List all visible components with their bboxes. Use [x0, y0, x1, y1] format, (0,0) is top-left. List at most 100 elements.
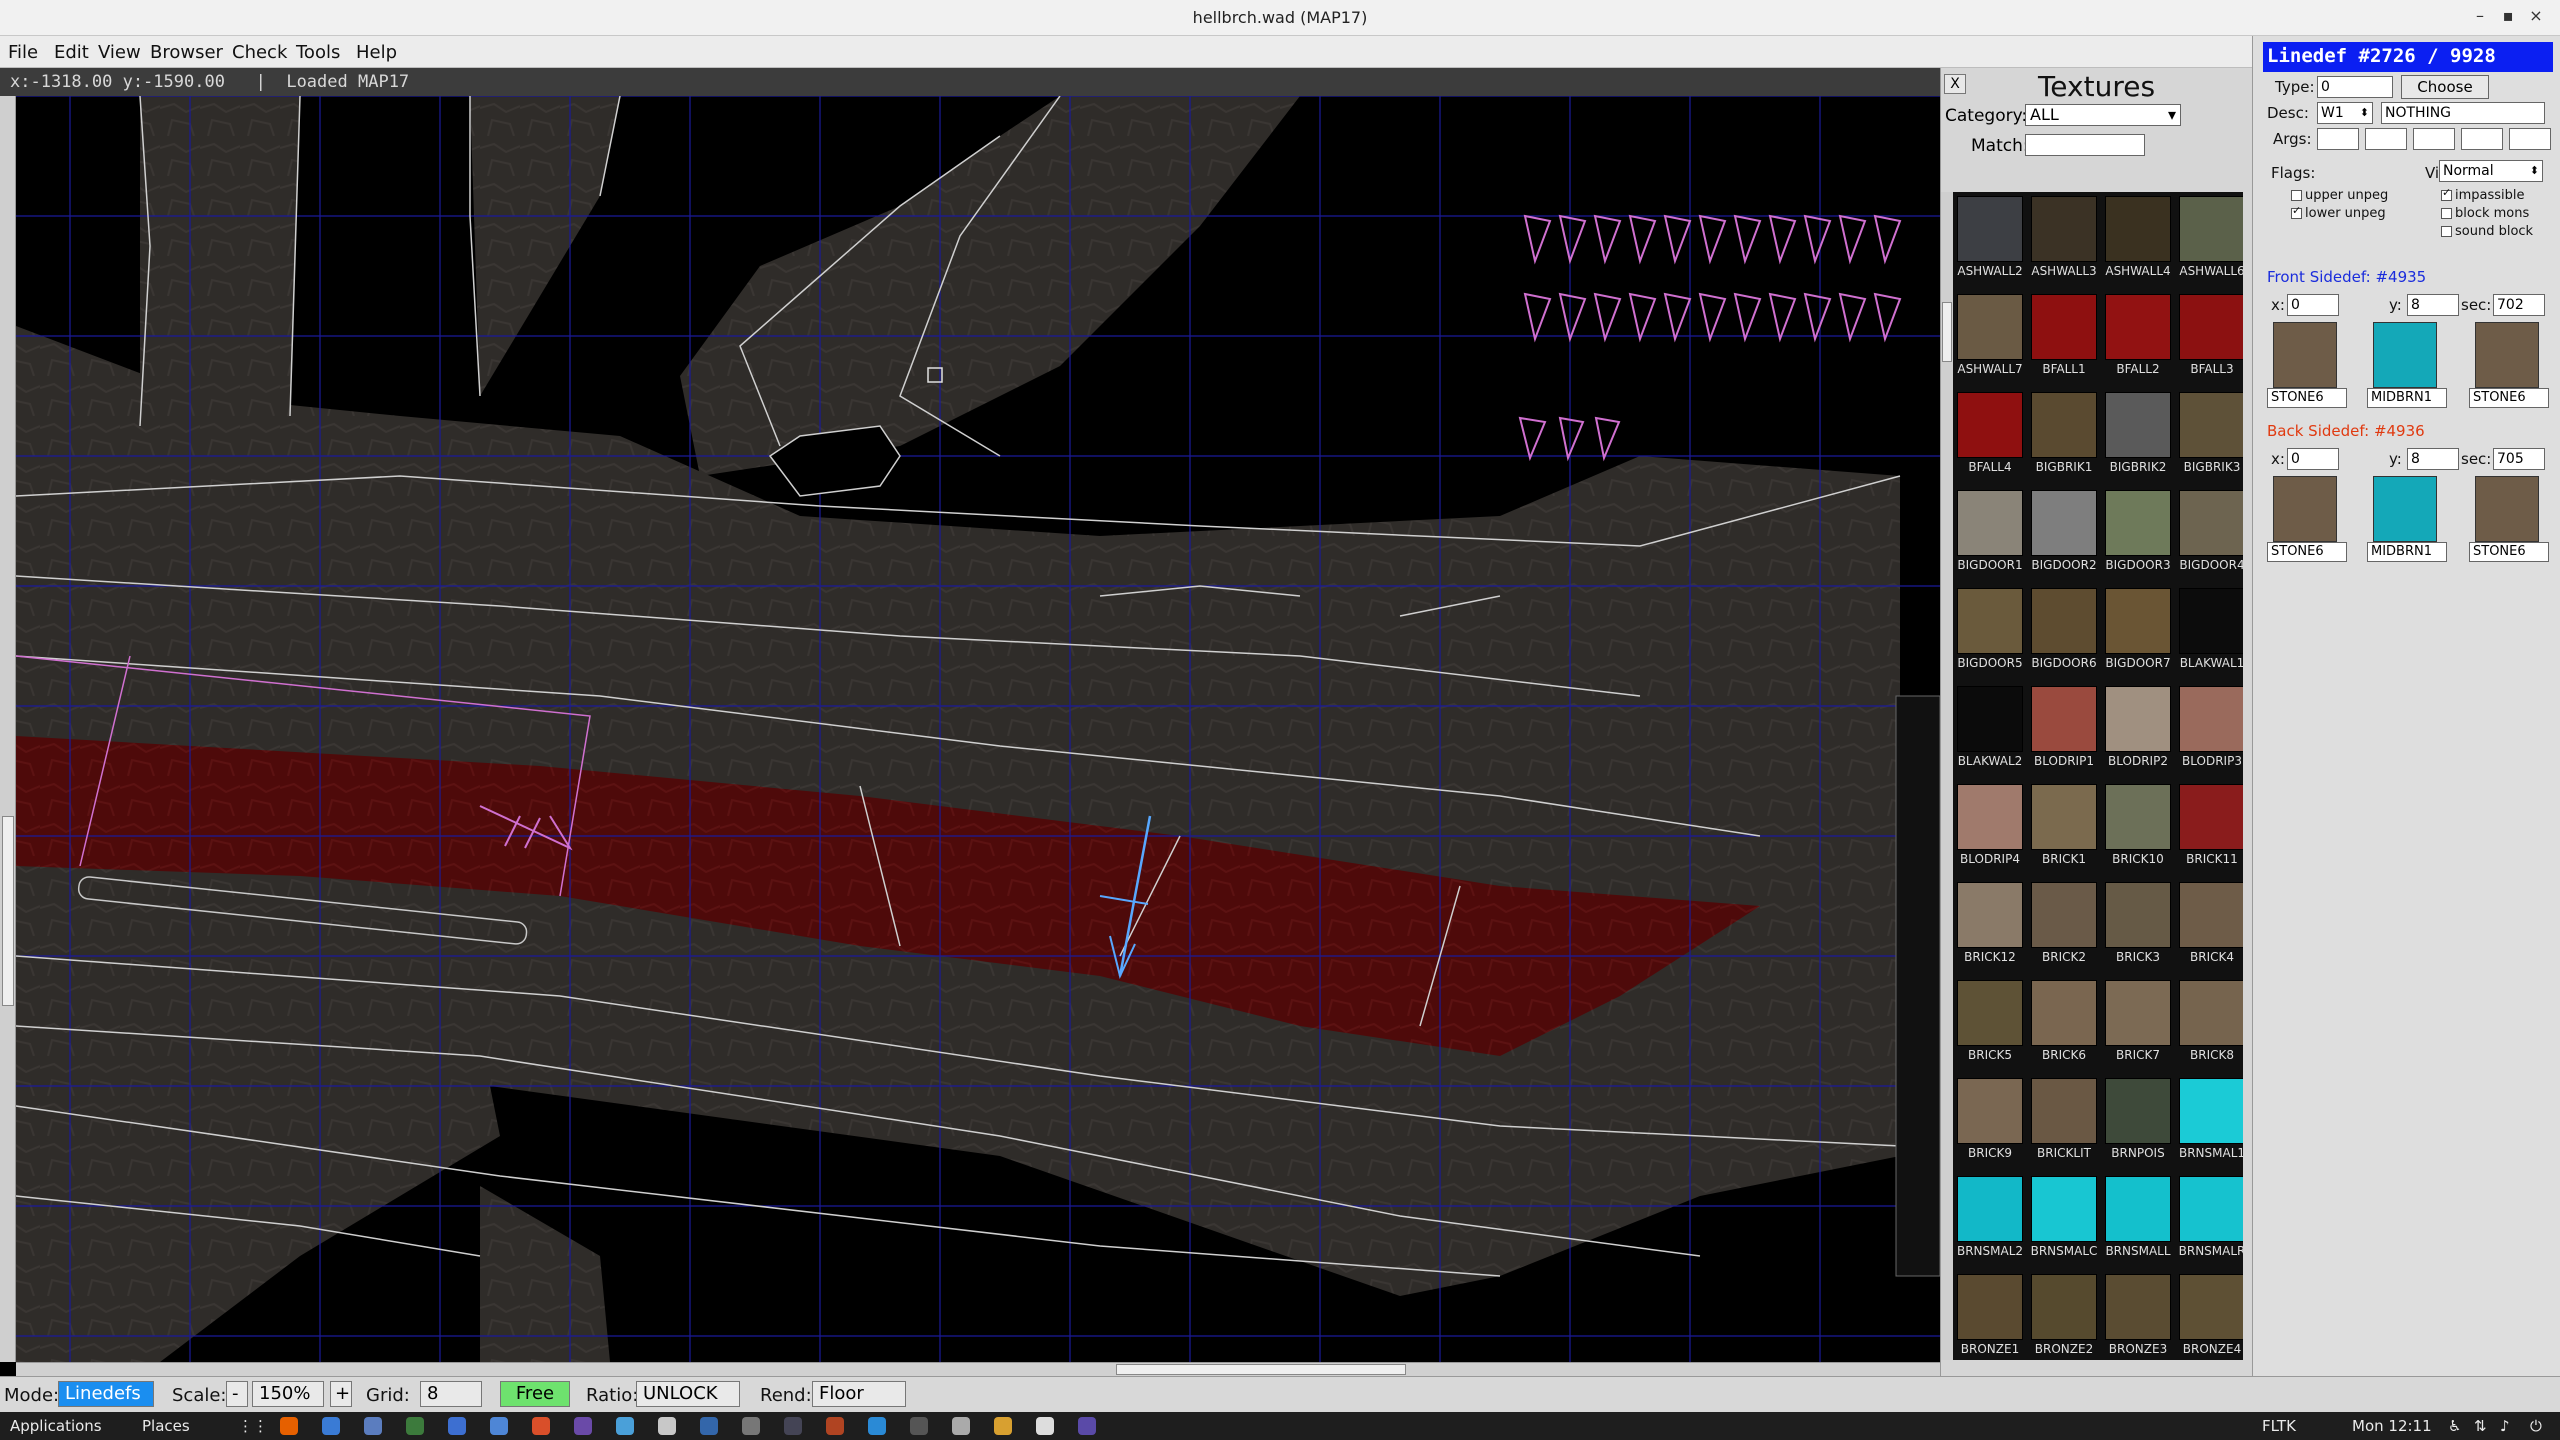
- texture-tile[interactable]: ASHWALL7: [1953, 290, 2027, 388]
- texture-tile[interactable]: BRICK6: [2027, 976, 2101, 1074]
- edge-icon[interactable]: [868, 1417, 886, 1435]
- scale-minus-button[interactable]: -: [226, 1381, 248, 1407]
- firefox-icon[interactable]: [280, 1417, 298, 1435]
- texture-tile[interactable]: ASHWALL3: [2027, 192, 2101, 290]
- menu-view[interactable]: View: [98, 42, 141, 63]
- back-x-field[interactable]: 0: [2287, 448, 2339, 470]
- texture-tile[interactable]: BLAKWAL1: [2175, 584, 2243, 682]
- front-upper-texture[interactable]: [2273, 322, 2337, 388]
- back-sec-field[interactable]: 705: [2493, 448, 2545, 470]
- desc-field[interactable]: NOTHING: [2381, 102, 2545, 124]
- texture-tile[interactable]: BLODRIP4: [1953, 780, 2027, 878]
- arg5-field[interactable]: [2509, 128, 2551, 150]
- texture-tile[interactable]: BRNSMAL1: [2175, 1074, 2243, 1172]
- steam-icon[interactable]: [1078, 1417, 1096, 1435]
- eureka-icon[interactable]: [1036, 1417, 1054, 1435]
- scale-plus-button[interactable]: +: [330, 1381, 352, 1407]
- texture-tile[interactable]: BLAKWAL2: [1953, 682, 2027, 780]
- grid-apps-icon[interactable]: ⋮⋮: [238, 1417, 268, 1435]
- choose-button[interactable]: Choose: [2401, 75, 2489, 99]
- front-x-field[interactable]: 0: [2287, 294, 2339, 316]
- texture-tile[interactable]: BIGDOOR2: [2027, 486, 2101, 584]
- mode-select[interactable]: Linedefs: [58, 1381, 154, 1407]
- texture-tile[interactable]: ASHWALL4: [2101, 192, 2175, 290]
- map-canvas[interactable]: [0, 96, 1940, 1362]
- texture-tile[interactable]: BFALL4: [1953, 388, 2027, 486]
- texture-tile[interactable]: ASHWALL6: [2175, 192, 2243, 290]
- texture-tile[interactable]: BRNSMALC: [2027, 1172, 2101, 1270]
- trigger-select[interactable]: W1 ⬍: [2317, 102, 2373, 124]
- texture-tile[interactable]: BRICKLIT: [2027, 1074, 2101, 1172]
- texture-tile[interactable]: BLODRIP3: [2175, 682, 2243, 780]
- category-select[interactable]: ALL ▾: [2025, 104, 2181, 126]
- texture-tile[interactable]: BRICK8: [2175, 976, 2243, 1074]
- impassible-checkbox[interactable]: impassible: [2441, 186, 2525, 203]
- texture-tile[interactable]: BIGDOOR6: [2027, 584, 2101, 682]
- files-icon[interactable]: [490, 1417, 508, 1435]
- front-lower-name[interactable]: STONE6: [2469, 388, 2549, 408]
- network-icon[interactable]: ⇅: [2474, 1417, 2487, 1435]
- power-icon[interactable]: ⏻: [2530, 1417, 2542, 1435]
- texture-tile[interactable]: BRONZE4: [2175, 1270, 2243, 1360]
- match-input[interactable]: [2025, 134, 2145, 156]
- clock[interactable]: Mon 12:11: [2352, 1417, 2432, 1435]
- arg1-field[interactable]: [2317, 128, 2359, 150]
- minimize-icon[interactable]: –: [2468, 6, 2492, 25]
- texture-tile[interactable]: BIGDOOR1: [1953, 486, 2027, 584]
- calculator-icon[interactable]: [364, 1417, 382, 1435]
- map-horizontal-scroll-thumb[interactable]: [1116, 1364, 1406, 1375]
- close-icon[interactable]: ×: [2524, 6, 2548, 25]
- texture-tile[interactable]: BRONZE1: [1953, 1270, 2027, 1360]
- texture-tile[interactable]: BRICK2: [2027, 878, 2101, 976]
- back-mid-texture[interactable]: [2373, 476, 2437, 542]
- tools-icon[interactable]: [826, 1417, 844, 1435]
- mail-icon[interactable]: [322, 1417, 340, 1435]
- back-upper-texture[interactable]: [2273, 476, 2337, 542]
- fltk-indicator[interactable]: FLTK: [2262, 1417, 2296, 1435]
- menu-browser[interactable]: Browser: [150, 42, 223, 63]
- scale-select[interactable]: 150%: [252, 1381, 324, 1407]
- texture-tile[interactable]: ASHWALL2: [1953, 192, 2027, 290]
- menu-help[interactable]: Help: [356, 42, 397, 63]
- texture-tile[interactable]: BIGDOOR7: [2101, 584, 2175, 682]
- game-icon[interactable]: [994, 1417, 1012, 1435]
- places-menu[interactable]: Places: [142, 1417, 190, 1435]
- texture-tile[interactable]: BIGDOOR4: [2175, 486, 2243, 584]
- settings-icon[interactable]: [406, 1417, 424, 1435]
- menu-tools[interactable]: Tools: [296, 42, 340, 63]
- texture-tile[interactable]: BIGBRIK1: [2027, 388, 2101, 486]
- back-y-field[interactable]: 8: [2407, 448, 2459, 470]
- texture-tile[interactable]: BFALL2: [2101, 290, 2175, 388]
- maximize-icon[interactable]: ▪: [2496, 6, 2520, 25]
- texture-tile[interactable]: BRNSMALL: [2101, 1172, 2175, 1270]
- map-vertical-scrollbar[interactable]: [0, 96, 16, 1362]
- texture-scroll-thumb[interactable]: [1942, 302, 1952, 362]
- texture-tile[interactable]: BRICK7: [2101, 976, 2175, 1074]
- document-icon[interactable]: [448, 1417, 466, 1435]
- texture-vertical-scrollbar[interactable]: [1941, 192, 1953, 1360]
- texture-tile[interactable]: BRNSMAL2: [1953, 1172, 2027, 1270]
- back-upper-name[interactable]: STONE6: [2267, 542, 2347, 562]
- texture-tile[interactable]: BRICK1: [2027, 780, 2101, 878]
- grid-select[interactable]: 8: [420, 1381, 482, 1407]
- menu-file[interactable]: File: [8, 42, 38, 63]
- front-sec-field[interactable]: 702: [2493, 294, 2545, 316]
- texture-tile[interactable]: BRICK4: [2175, 878, 2243, 976]
- texture-tile[interactable]: BRNSMALR: [2175, 1172, 2243, 1270]
- texture-tile[interactable]: BFALL1: [2027, 290, 2101, 388]
- editor-icon[interactable]: [952, 1417, 970, 1435]
- texture-tile[interactable]: BLODRIP2: [2101, 682, 2175, 780]
- block-mons-checkbox[interactable]: block mons: [2441, 206, 2529, 221]
- upper-unpeg-checkbox[interactable]: upper unpeg: [2291, 188, 2388, 203]
- back-lower-texture[interactable]: [2475, 476, 2539, 542]
- zoom-icon[interactable]: [700, 1417, 718, 1435]
- menu-check[interactable]: Check: [232, 42, 287, 63]
- texture-tile[interactable]: BIGDOOR5: [1953, 584, 2027, 682]
- terminal-icon[interactable]: [910, 1417, 928, 1435]
- ratio-select[interactable]: UNLOCK: [636, 1381, 740, 1407]
- rend-select[interactable]: Floor: [812, 1381, 906, 1407]
- software-icon[interactable]: [532, 1417, 550, 1435]
- chrome-icon[interactable]: [616, 1417, 634, 1435]
- texture-tile[interactable]: BRICK9: [1953, 1074, 2027, 1172]
- menu-edit[interactable]: Edit: [54, 42, 89, 63]
